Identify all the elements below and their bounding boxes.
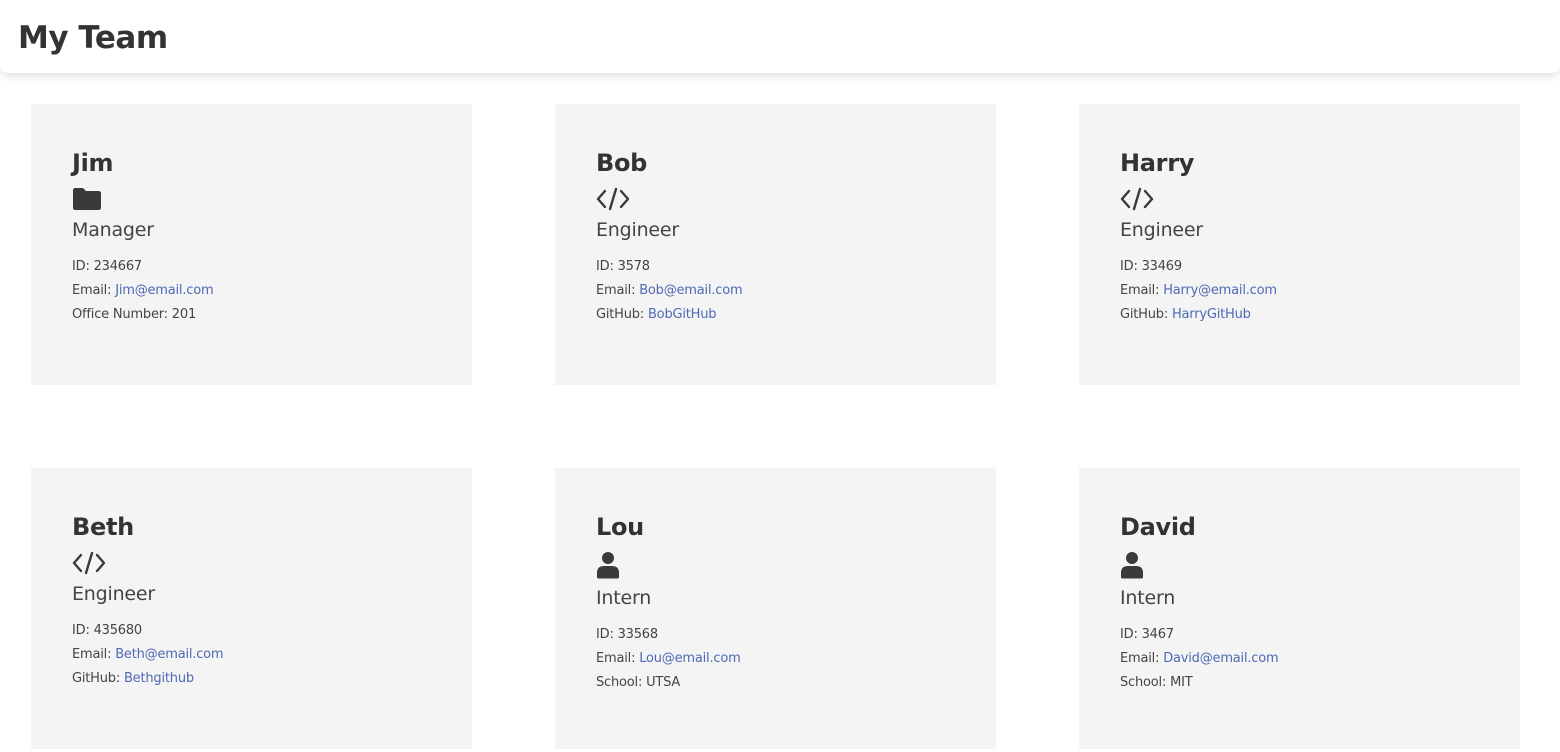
member-id-row: ID: 3467 — [1120, 623, 1500, 647]
member-github-row: GitHub: BobGitHub — [596, 303, 976, 327]
email-link[interactable]: David@email.com — [1163, 651, 1278, 666]
github-label: GitHub: — [1120, 307, 1169, 322]
member-id: 33469 — [1141, 259, 1183, 274]
school: MIT — [1170, 675, 1193, 690]
member-name: Bob — [596, 149, 648, 177]
id-label: ID: — [596, 259, 614, 274]
member-email-row: Email: Harry@email.com — [1120, 279, 1500, 303]
code-icon — [1120, 184, 1500, 214]
team-member-card: David Intern ID: 3467 Email: David@email… — [1079, 468, 1520, 749]
member-details: ID: 3578 Email: Bob@email.com GitHub: Bo… — [596, 255, 976, 327]
office-number: 201 — [171, 307, 197, 322]
id-label: ID: — [72, 259, 90, 274]
member-name: Lou — [596, 513, 644, 541]
member-id-row: ID: 3578 — [596, 255, 976, 279]
member-id: 3467 — [1141, 627, 1174, 642]
member-details: ID: 435680 Email: Beth@email.com GitHub:… — [72, 619, 452, 691]
member-role: Engineer — [72, 583, 156, 605]
member-id: 234667 — [93, 259, 143, 274]
member-github-row: GitHub: HarryGitHub — [1120, 303, 1500, 327]
code-icon — [72, 548, 452, 578]
member-role: Manager — [72, 219, 154, 241]
member-id: 3578 — [617, 259, 650, 274]
member-id-row: ID: 33469 — [1120, 255, 1500, 279]
member-id: 435680 — [93, 623, 143, 638]
member-name: Harry — [1120, 149, 1195, 177]
id-label: ID: — [1120, 627, 1138, 642]
github-label: GitHub: — [72, 671, 121, 686]
member-email-row: Email: Lou@email.com — [596, 647, 976, 671]
member-id: 33568 — [617, 627, 659, 642]
user-icon — [1120, 548, 1500, 582]
member-school-row: School: UTSA — [596, 671, 976, 695]
folder-icon — [72, 184, 452, 214]
member-details: ID: 33469 Email: Harry@email.com GitHub:… — [1120, 255, 1500, 327]
office-number-label: Office Number: — [72, 307, 168, 322]
team-member-card: Harry Engineer ID: 33469 Email: Harry@em… — [1079, 104, 1520, 385]
member-role: Intern — [596, 587, 652, 609]
member-details: ID: 33568 Email: Lou@email.com School: U… — [596, 623, 976, 695]
member-id-row: ID: 33568 — [596, 623, 976, 647]
email-link[interactable]: Lou@email.com — [639, 651, 741, 666]
email-link[interactable]: Bob@email.com — [639, 283, 742, 298]
team-member-card: Lou Intern ID: 33568 Email: Lou@email.co… — [555, 468, 996, 749]
member-id-row: ID: 234667 — [72, 255, 452, 279]
navbar: My Team — [0, 0, 1560, 73]
member-details: ID: 3467 Email: David@email.com School: … — [1120, 623, 1500, 695]
id-label: ID: — [72, 623, 90, 638]
member-id-row: ID: 435680 — [72, 619, 452, 643]
team-member-card: Beth Engineer ID: 435680 Email: Beth@ema… — [31, 468, 472, 749]
school: UTSA — [646, 675, 681, 690]
member-details: ID: 234667 Email: Jim@email.com Office N… — [72, 255, 452, 327]
team-member-card: Bob Engineer ID: 3578 Email: Bob@email.c… — [555, 104, 996, 385]
github-link[interactable]: BobGitHub — [648, 307, 717, 322]
member-name: David — [1120, 513, 1196, 541]
member-name: Beth — [72, 513, 134, 541]
email-label: Email: — [72, 283, 112, 298]
page-title: My Team — [18, 20, 168, 56]
code-icon — [596, 184, 976, 214]
school-label: School: — [596, 675, 643, 690]
member-role: Intern — [1120, 587, 1176, 609]
github-link[interactable]: Bethgithub — [124, 671, 194, 686]
member-email-row: Email: Bob@email.com — [596, 279, 976, 303]
team-member-card: Jim Manager ID: 234667 Email: Jim@email.… — [31, 104, 472, 385]
id-label: ID: — [1120, 259, 1138, 274]
school-label: School: — [1120, 675, 1167, 690]
email-label: Email: — [596, 283, 636, 298]
email-link[interactable]: Jim@email.com — [115, 283, 213, 298]
github-link[interactable]: HarryGitHub — [1172, 307, 1251, 322]
member-name: Jim — [72, 149, 114, 177]
email-label: Email: — [72, 647, 112, 662]
member-email-row: Email: Jim@email.com — [72, 279, 452, 303]
email-link[interactable]: Harry@email.com — [1163, 283, 1277, 298]
user-icon — [596, 548, 976, 582]
github-label: GitHub: — [596, 307, 645, 322]
member-github-row: GitHub: Bethgithub — [72, 667, 452, 691]
email-link[interactable]: Beth@email.com — [115, 647, 223, 662]
member-role: Engineer — [1120, 219, 1204, 241]
id-label: ID: — [596, 627, 614, 642]
email-label: Email: — [1120, 651, 1160, 666]
member-email-row: Email: David@email.com — [1120, 647, 1500, 671]
member-email-row: Email: Beth@email.com — [72, 643, 452, 667]
member-office-row: Office Number: 201 — [72, 303, 452, 327]
email-label: Email: — [1120, 283, 1160, 298]
member-school-row: School: MIT — [1120, 671, 1500, 695]
member-role: Engineer — [596, 219, 680, 241]
email-label: Email: — [596, 651, 636, 666]
